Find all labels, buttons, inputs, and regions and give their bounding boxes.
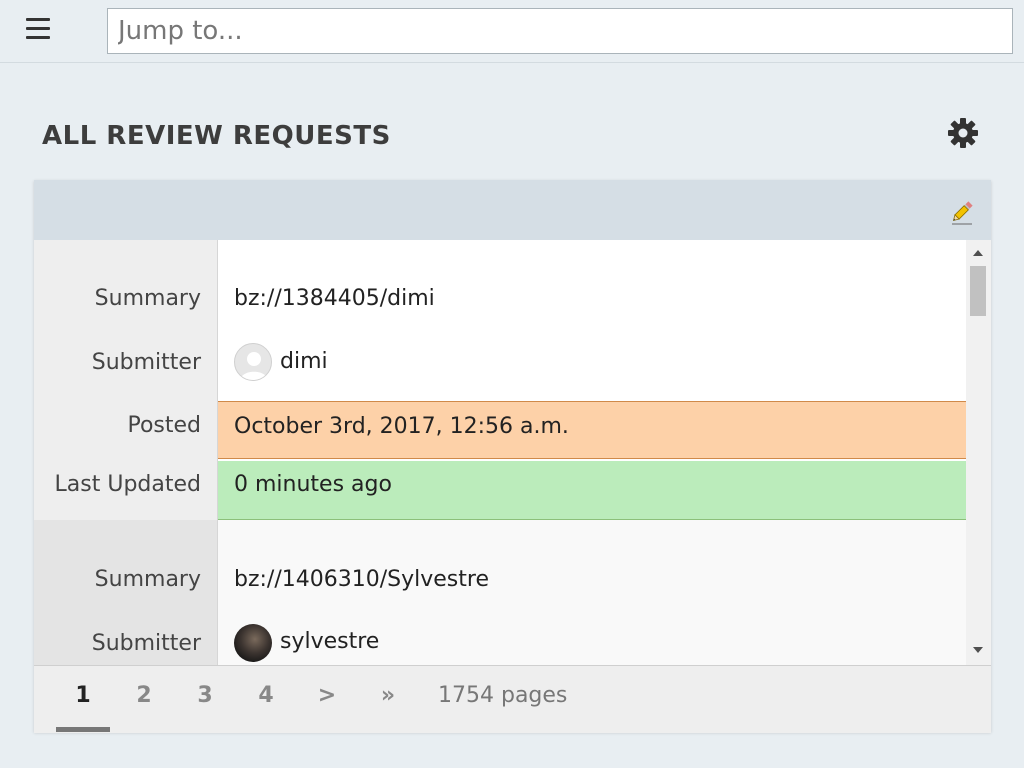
top-bar [0, 0, 1024, 63]
submitter-label: Submitter [91, 631, 201, 656]
review-request-item[interactable]: Summary Submitter Posted Last Updated bz… [34, 240, 966, 521]
jump-to-input[interactable] [107, 8, 1013, 54]
total-pages-label: 1754 pages [438, 683, 568, 708]
panel-header [34, 180, 991, 240]
posted-label: Posted [127, 413, 201, 438]
page-1-link[interactable]: 1 [55, 683, 111, 708]
posted-row: October 3rd, 2017, 12:56 a.m. [218, 401, 966, 459]
review-requests-panel: Summary Submitter Posted Last Updated bz… [34, 180, 991, 733]
page-title: ALL REVIEW REQUESTS [42, 121, 391, 151]
last-updated-label: Last Updated [54, 472, 201, 497]
field-labels-column: Summary Submitter [34, 520, 218, 665]
scroll-down-arrow-icon[interactable] [973, 647, 983, 653]
scrollbar[interactable] [966, 240, 991, 665]
posted-value: October 3rd, 2017, 12:56 a.m. [234, 414, 569, 439]
submitter-label: Submitter [91, 350, 201, 375]
page-4-link[interactable]: 4 [238, 683, 294, 708]
gear-icon[interactable] [946, 116, 980, 150]
field-values-column: bz://1384405/dimi dimi October 3rd, 2017… [218, 240, 966, 521]
field-labels-column: Summary Submitter Posted Last Updated [34, 240, 218, 520]
avatar [234, 624, 272, 662]
review-request-list: Summary Submitter Posted Last Updated bz… [34, 240, 966, 665]
page-2-link[interactable]: 2 [116, 683, 172, 708]
field-values-column: bz://1406310/Sylvestre sylvestre [218, 520, 966, 665]
summary-label: Summary [94, 286, 201, 311]
page-3-link[interactable]: 3 [177, 683, 233, 708]
last-updated-row: 0 minutes ago [218, 461, 966, 521]
pagination: 1 2 3 4 > » 1754 pages [34, 665, 991, 733]
review-request-item[interactable]: Summary Submitter bz://1406310/Sylvestre… [34, 520, 966, 665]
summary-label: Summary [94, 567, 201, 592]
next-page-link[interactable]: > [299, 683, 355, 708]
default-avatar-icon [240, 352, 268, 380]
submitter-value[interactable]: dimi [280, 349, 328, 374]
hamburger-menu-icon[interactable] [26, 18, 50, 40]
last-updated-value: 0 minutes ago [234, 472, 392, 497]
scroll-thumb[interactable] [970, 266, 986, 316]
last-page-link[interactable]: » [360, 683, 416, 708]
pencil-icon[interactable] [948, 198, 976, 226]
summary-value[interactable]: bz://1406310/Sylvestre [234, 567, 489, 592]
avatar [234, 343, 272, 381]
scroll-up-arrow-icon[interactable] [973, 250, 983, 256]
current-page-indicator [56, 727, 110, 732]
submitter-value[interactable]: sylvestre [280, 629, 379, 654]
summary-value[interactable]: bz://1384405/dimi [234, 286, 435, 311]
